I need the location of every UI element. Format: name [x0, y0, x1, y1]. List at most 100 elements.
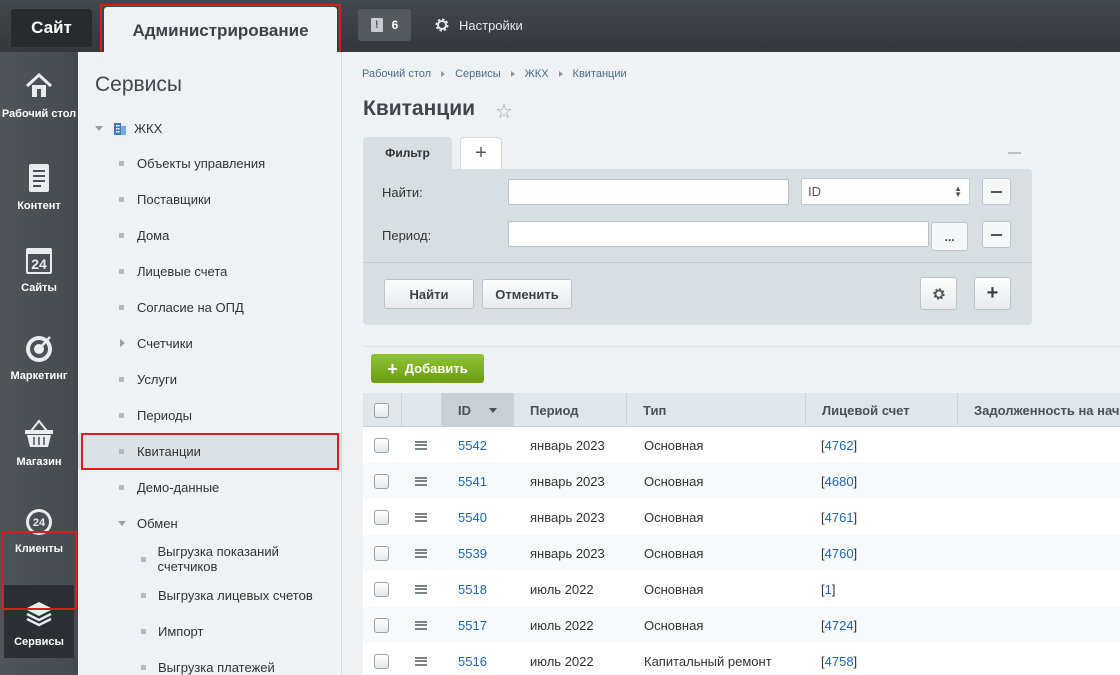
submenu-item[interactable]: Импорт — [78, 613, 341, 649]
menu-item[interactable]: Обмен — [78, 505, 341, 541]
favorite-star-icon[interactable]: ☆ — [495, 99, 513, 124]
table-row[interactable]: 5517 июль 2022 Основная [4724] — [363, 607, 1120, 643]
row-menu-button[interactable] — [415, 571, 427, 607]
table-row[interactable]: 5518 июль 2022 Основная [1] — [363, 571, 1120, 607]
row-menu-button[interactable] — [415, 607, 427, 643]
column-header-period[interactable]: Период — [514, 393, 627, 427]
row-account-link[interactable]: 4762 — [825, 438, 854, 453]
submenu-item[interactable]: Выгрузка платежей — [78, 649, 341, 675]
remove-period-field-button[interactable] — [982, 221, 1011, 248]
find-input[interactable] — [508, 179, 789, 205]
iconbar-item-marketing[interactable]: Маркетинг — [0, 332, 78, 382]
menu-item[interactable]: Счетчики — [78, 325, 341, 361]
filter-settings-button[interactable] — [920, 277, 957, 310]
breadcrumb-link[interactable]: Рабочий стол — [362, 68, 431, 80]
row-id-link[interactable]: 5517 — [458, 607, 487, 643]
table-row[interactable]: 5516 июль 2022 Капитальный ремонт [4758] — [363, 643, 1120, 675]
notifications-button[interactable]: ! 6 — [358, 9, 411, 41]
column-header-type[interactable]: Тип — [627, 393, 806, 427]
table-row[interactable]: 5540 январь 2023 Основная [4761] — [363, 499, 1120, 535]
table-header: ID Период Тип Лицевой счет Задолженность… — [363, 393, 1120, 427]
notification-icon: ! — [370, 18, 383, 32]
submenu-item[interactable]: Выгрузка показаний счетчиков — [78, 541, 341, 577]
cancel-button[interactable]: Отменить — [482, 279, 572, 309]
table-row[interactable]: 5542 январь 2023 Основная [4762] — [363, 427, 1120, 463]
row-checkbox[interactable] — [374, 473, 389, 489]
row-checkbox[interactable] — [374, 617, 389, 633]
row-menu-button[interactable] — [415, 499, 427, 535]
submenu-item[interactable]: Выгрузка лицевых счетов — [78, 577, 341, 613]
period-input[interactable] — [508, 221, 929, 247]
row-id-link[interactable]: 5542 — [458, 427, 487, 463]
column-header-label: Период — [530, 402, 579, 418]
iconbar-item-desktop[interactable]: Рабочий стол — [0, 70, 78, 120]
menu-item[interactable]: Согласие на ОПД — [78, 289, 341, 325]
expand-arrow-icon[interactable] — [95, 125, 103, 131]
row-checkbox[interactable] — [374, 509, 389, 525]
menu-item[interactable]: Поставщики — [78, 181, 341, 217]
row-account-link[interactable]: 4724 — [825, 618, 854, 633]
basket-icon — [25, 419, 53, 447]
row-id-link[interactable]: 5518 — [458, 571, 487, 607]
settings-button[interactable]: Настройки — [434, 15, 523, 35]
row-menu-button[interactable] — [415, 535, 427, 571]
iconbar-item-sites[interactable]: 24 Сайты — [0, 244, 78, 294]
breadcrumb-link[interactable]: Сервисы — [455, 68, 501, 80]
menu-item[interactable]: Демо-данные — [78, 469, 341, 505]
add-filter-field-button[interactable]: + — [974, 277, 1011, 310]
find-label: Найти: — [382, 185, 423, 200]
row-menu-button[interactable] — [415, 643, 427, 675]
table-row[interactable]: 5541 январь 2023 Основная [4680] — [363, 463, 1120, 499]
table-row[interactable]: 5539 январь 2023 Основная [4760] — [363, 535, 1120, 571]
row-id-link[interactable]: 5516 — [458, 643, 487, 675]
collapse-filter-icon[interactable] — [1008, 152, 1021, 154]
row-menu-button[interactable] — [415, 427, 427, 463]
row-checkbox[interactable] — [374, 653, 389, 669]
menu-item[interactable]: Дома — [78, 217, 341, 253]
menu-item-selected[interactable]: Квитанции — [78, 433, 341, 469]
iconbar-item-services[interactable]: Сервисы — [0, 598, 78, 648]
row-checkbox[interactable] — [374, 545, 389, 561]
row-checkbox[interactable] — [374, 581, 389, 597]
find-field-select[interactable]: ID ▲ ▼ — [801, 178, 970, 205]
row-account-link[interactable]: 4758 — [825, 654, 854, 669]
row-id-link[interactable]: 5540 — [458, 499, 487, 535]
iconbar-item-shop[interactable]: Магазин — [0, 418, 78, 468]
tab-administration[interactable]: Администрирование — [104, 7, 337, 55]
column-header-label: Лицевой счет — [822, 402, 910, 418]
breadcrumb-link[interactable]: ЖКХ — [525, 68, 549, 80]
row-account-link[interactable]: 4760 — [825, 546, 854, 561]
add-button[interactable]: + Добавить — [371, 354, 484, 383]
iconbar-item-clients[interactable]: 24 Клиенты — [0, 505, 78, 555]
expand-arrow-icon[interactable] — [118, 520, 126, 526]
filter-tab[interactable]: Фильтр — [363, 137, 452, 169]
menu-item-zhkh[interactable]: ЖКХ — [78, 110, 341, 146]
row-account-link[interactable]: 4761 — [825, 510, 854, 525]
menu-item[interactable]: Периоды — [78, 397, 341, 433]
expand-arrow-icon[interactable] — [120, 339, 125, 347]
menu-item[interactable]: Объекты управления — [78, 145, 341, 181]
column-header-debt[interactable]: Задолженность на нач — [958, 393, 1120, 427]
row-id-link[interactable]: 5541 — [458, 463, 487, 499]
row-period: январь 2023 — [530, 437, 605, 453]
column-header-label: Тип — [643, 402, 667, 418]
column-header-account[interactable]: Лицевой счет — [806, 393, 958, 427]
find-button[interactable]: Найти — [384, 279, 474, 309]
row-account-link[interactable]: 4680 — [825, 474, 854, 489]
iconbar-item-content[interactable]: Контент — [0, 162, 78, 212]
menu-item[interactable]: Услуги — [78, 361, 341, 397]
select-all-checkbox[interactable] — [374, 402, 389, 418]
row-id-link[interactable]: 5539 — [458, 535, 487, 571]
remove-find-field-button[interactable] — [982, 178, 1011, 205]
breadcrumb-link[interactable]: Квитанции — [573, 68, 627, 80]
row-checkbox[interactable] — [374, 437, 389, 453]
row-checkbox-cell — [374, 535, 389, 571]
column-header-label: Задолженность на нач — [974, 402, 1120, 418]
tab-site[interactable]: Сайт — [11, 9, 92, 47]
row-account-link[interactable]: 1 — [825, 582, 832, 597]
column-header-id[interactable]: ID — [442, 393, 514, 427]
menu-item[interactable]: Лицевые счета — [78, 253, 341, 289]
period-picker-button[interactable]: ... — [931, 222, 968, 251]
add-filter-tab-button[interactable]: + — [460, 137, 502, 169]
row-menu-button[interactable] — [415, 463, 427, 499]
